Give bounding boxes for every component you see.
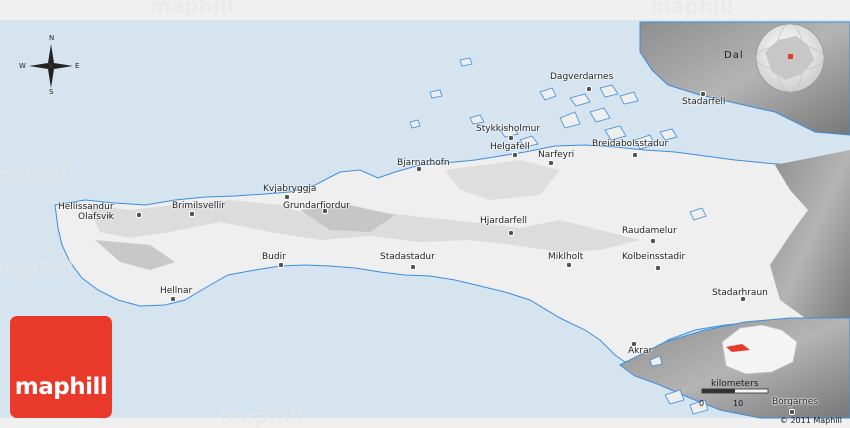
place-label-breidabolsstadur: Breidabolsstadur [592,139,669,149]
compass-north: N [49,34,55,42]
place-marker-stadarhraun [740,296,746,302]
place-marker-raudamelur [650,238,656,244]
place-label-hjardarfell: Hjardarfell [480,216,527,226]
place-label-borgarnes: Borgarnes [772,397,818,407]
place-label-stadastadur: Stadastadur [380,252,435,262]
compass-south: S [49,88,54,96]
maphill-logo[interactable]: maphill [10,316,112,418]
compass-east: E [75,62,80,70]
place-label-dagverdarnes: Dagverdarnes [550,72,614,82]
place-marker-dagverdarnes [586,86,592,92]
place-marker-stadastadur [410,264,416,270]
place-label-raudamelur: Raudamelur [622,226,677,236]
copyright: © 2011 Maphill [779,416,842,425]
watermark: maphill [150,0,234,18]
place-label-budir: Budir [262,252,286,262]
map-graphic [0,0,850,428]
scale-ten: 10 [733,399,744,408]
compass-west: W [19,62,26,70]
map-canvas[interactable]: maphill maphill maphill maphill maphill … [0,0,850,428]
place-marker-stadarfell [700,91,706,97]
place-marker-narfeyri [548,160,554,166]
place-marker-helgafell [512,152,518,158]
place-marker-miklholt [566,262,572,268]
place-label-akrar: Akrar [628,346,653,356]
place-label-hellissandur: Hellissandur [58,202,114,212]
watermark: maphill [650,0,734,18]
place-marker-hellnar [170,296,176,302]
place-marker-budir [278,262,284,268]
watermark: maphill [0,256,74,280]
place-marker-breidabolsstadur [632,152,638,158]
place-marker-kolbeinsstadir [655,265,661,271]
place-marker-stykkisholmur [508,135,514,141]
watermark: maphill [0,162,74,186]
place-marker-borgarnes [789,409,795,415]
place-label-stykkisholmur: Stykkisholmur [476,124,541,134]
place-label-grundarfjordur: Grundarfjordur [283,201,350,211]
watermark: maphill [220,404,304,428]
place-marker-akrar [631,341,637,347]
scale-zero: 0 [699,399,705,408]
logo-text: maphill [14,374,108,400]
place-label-bjarnarhofn: Bjarnarhofn [397,158,450,168]
scale-bar [701,388,769,394]
place-marker-bjarnarhofn [416,166,422,172]
region-label: Dal [724,50,744,61]
scale-title: kilometers [711,379,759,389]
place-label-kvjabryggja: Kvjabryggja [263,184,317,194]
place-label-brimilsvellir: Brimilsvellir [172,201,225,211]
place-label-kolbeinsstadir: Kolbeinsstadir [622,252,686,262]
place-marker-brimilsvellir [189,211,195,217]
place-label-narfeyri: Narfeyri [538,150,575,160]
place-label-helgafell: Helgafell [490,142,530,152]
globe-inset [755,23,825,93]
place-label-hellnar: Hellnar [160,286,193,296]
place-marker-grundarfjordur [322,208,328,214]
place-label-stadarfell: Stadarfell [682,97,726,107]
place-label-olafsvik: Olafsvik [78,212,114,222]
place-label-miklholt: Miklholt [548,252,584,262]
place-marker-olafsvik [136,212,142,218]
place-marker-hjardarfell [508,230,514,236]
place-marker-kvjabryggja [284,194,290,200]
